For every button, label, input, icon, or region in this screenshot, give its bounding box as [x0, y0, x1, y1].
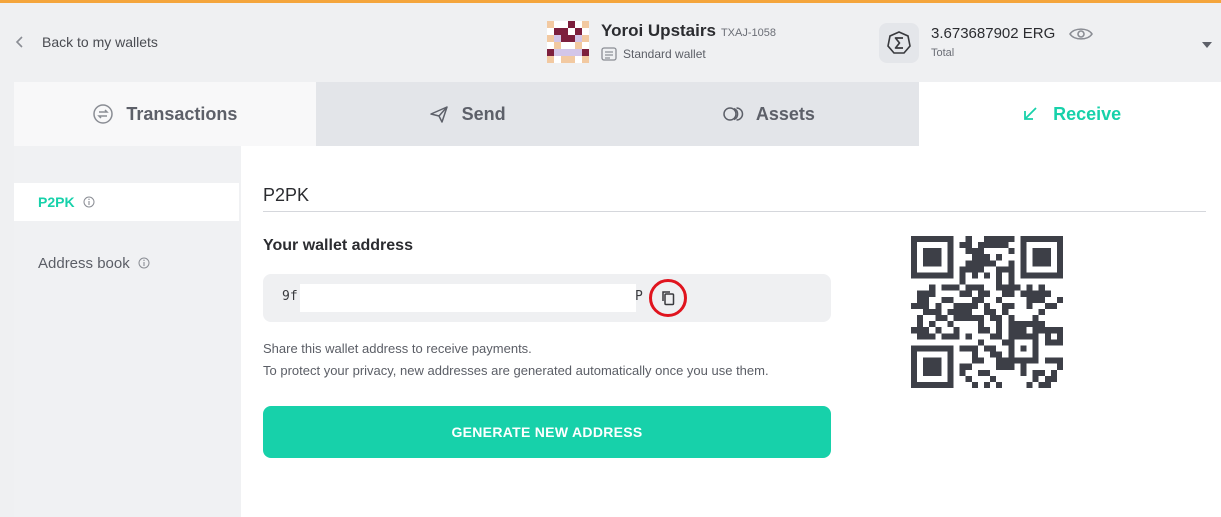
eye-icon[interactable]	[1069, 26, 1094, 42]
address-heading: Your wallet address	[263, 237, 413, 254]
receive-icon	[1024, 107, 1037, 120]
wallet-balance: 3.673687902 ERG Total	[879, 23, 1094, 63]
wallet-type-icon	[601, 47, 617, 61]
divider	[263, 211, 1206, 212]
sidebar-item-label: P2PK	[38, 194, 75, 210]
address-note: Share this wallet address to receive pay…	[263, 341, 532, 356]
send-icon	[429, 106, 448, 123]
balance-label: Total	[931, 47, 955, 59]
tab-label: Send	[461, 103, 506, 124]
tab-receive[interactable]: Receive	[919, 82, 1221, 146]
tab-label: Receive	[1053, 103, 1122, 124]
address-redacted[interactable]	[300, 284, 636, 312]
header: Back to my wallets Yoroi Upstairs TXAJ-1…	[0, 3, 1221, 82]
tab-label: Transactions	[126, 103, 238, 124]
tab-label: Assets	[755, 103, 815, 124]
receive-sidebar: P2PK Address book	[14, 146, 241, 517]
info-icon	[83, 196, 95, 208]
info-icon	[138, 257, 150, 269]
wallet-name: Yoroi Upstairs	[601, 21, 716, 40]
wallet-avatar	[547, 21, 589, 63]
address-start[interactable]: 9f	[282, 289, 298, 304]
tab-send[interactable]: Send	[315, 82, 618, 146]
wallet-summary: Yoroi Upstairs TXAJ-1058 Standard wallet	[547, 21, 776, 63]
back-to-wallets-link[interactable]: Back to my wallets	[14, 33, 158, 51]
copy-address-button[interactable]	[649, 279, 687, 317]
sidebar-item-address-book[interactable]: Address book	[14, 244, 239, 282]
wallet-plate: TXAJ-1058	[720, 27, 776, 39]
section-title: P2PK	[263, 185, 310, 205]
privacy-note: To protect your privacy, new addresses a…	[263, 363, 769, 378]
transactions-icon	[93, 104, 114, 124]
chevron-left-icon	[15, 36, 23, 48]
sigma-icon	[879, 23, 919, 63]
wallet-address-box: 9f P	[263, 274, 831, 322]
generate-new-address-button[interactable]: GENERATE NEW ADDRESS	[263, 406, 831, 458]
balance-amount: 3.673687902 ERG	[931, 25, 1056, 42]
wallet-type: Standard wallet	[623, 47, 706, 61]
address-qr-code	[911, 236, 1063, 388]
tab-transactions[interactable]: Transactions	[14, 82, 316, 146]
back-label: Back to my wallets	[42, 34, 158, 50]
address-end[interactable]: P	[635, 289, 643, 304]
receive-panel: P2PK Your wallet address 9f P Share this…	[241, 146, 1221, 517]
assets-icon	[723, 107, 744, 121]
tab-assets[interactable]: Assets	[617, 82, 920, 146]
sidebar-item-p2pk[interactable]: P2PK	[14, 183, 239, 221]
chevron-down-icon[interactable]	[1201, 41, 1213, 49]
copy-icon	[662, 291, 675, 306]
sidebar-item-label: Address book	[38, 254, 130, 272]
main-tabs: Transactions Send Assets Receive	[14, 82, 1221, 146]
